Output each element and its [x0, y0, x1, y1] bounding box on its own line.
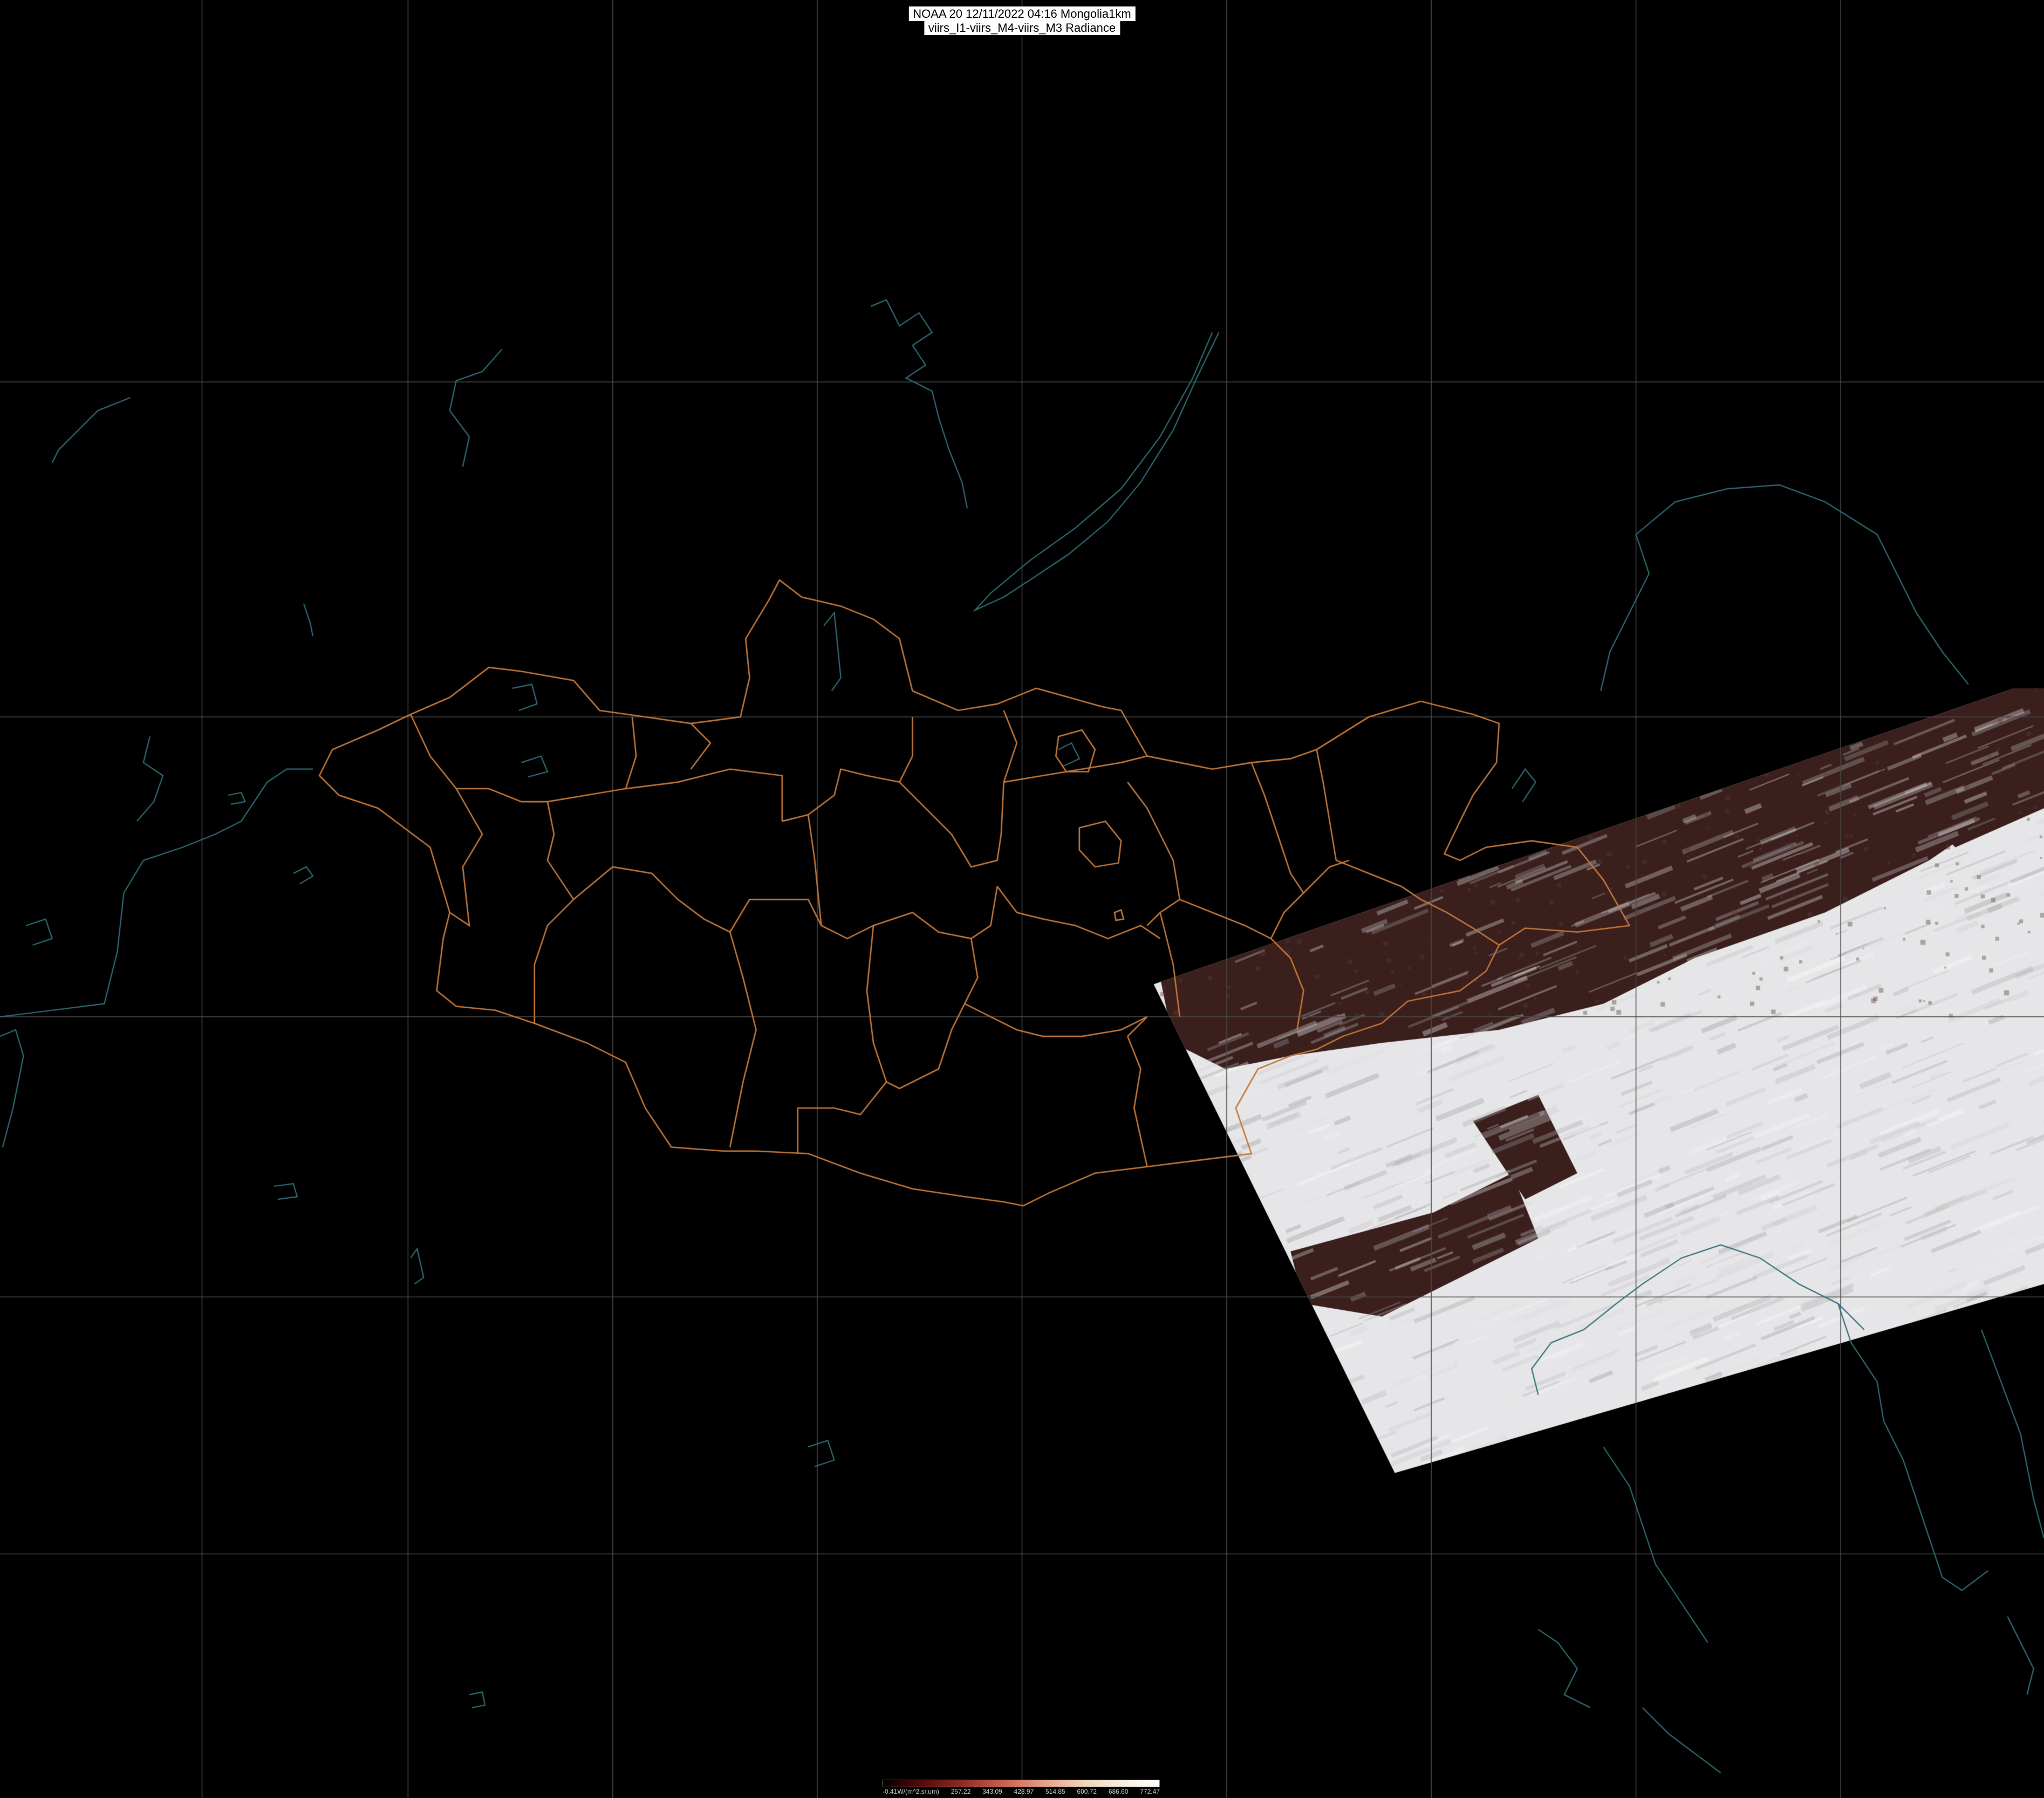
satellite-map-canvas: [0, 0, 2044, 1798]
legend-color-bar: [883, 1780, 1160, 1787]
legend-tick-7: 772.47: [1140, 1788, 1160, 1795]
legend-tick-3: 428.97: [1014, 1788, 1034, 1795]
legend-tick-5: 600.72: [1077, 1788, 1097, 1795]
legend-labels: -0.41W/(m^2.sr.um) 257.22 343.09 428.97 …: [883, 1788, 1160, 1796]
title-line-2: viirs_I1-viirs_M4-viirs_M3 Radiance: [924, 20, 1120, 35]
radiance-legend: -0.41W/(m^2.sr.um) 257.22 343.09 428.97 …: [883, 1772, 1160, 1798]
legend-tick-2: 343.09: [982, 1788, 1002, 1795]
legend-tick-4: 514.85: [1045, 1788, 1065, 1795]
legend-unit-label: -0.41W/(m^2.sr.um): [883, 1788, 939, 1795]
legend-tick-6: 686.60: [1108, 1788, 1129, 1795]
legend-tick-1: 257.22: [951, 1788, 971, 1795]
title-line-1: NOAA 20 12/11/2022 04:16 Mongolia1km: [908, 6, 1136, 21]
